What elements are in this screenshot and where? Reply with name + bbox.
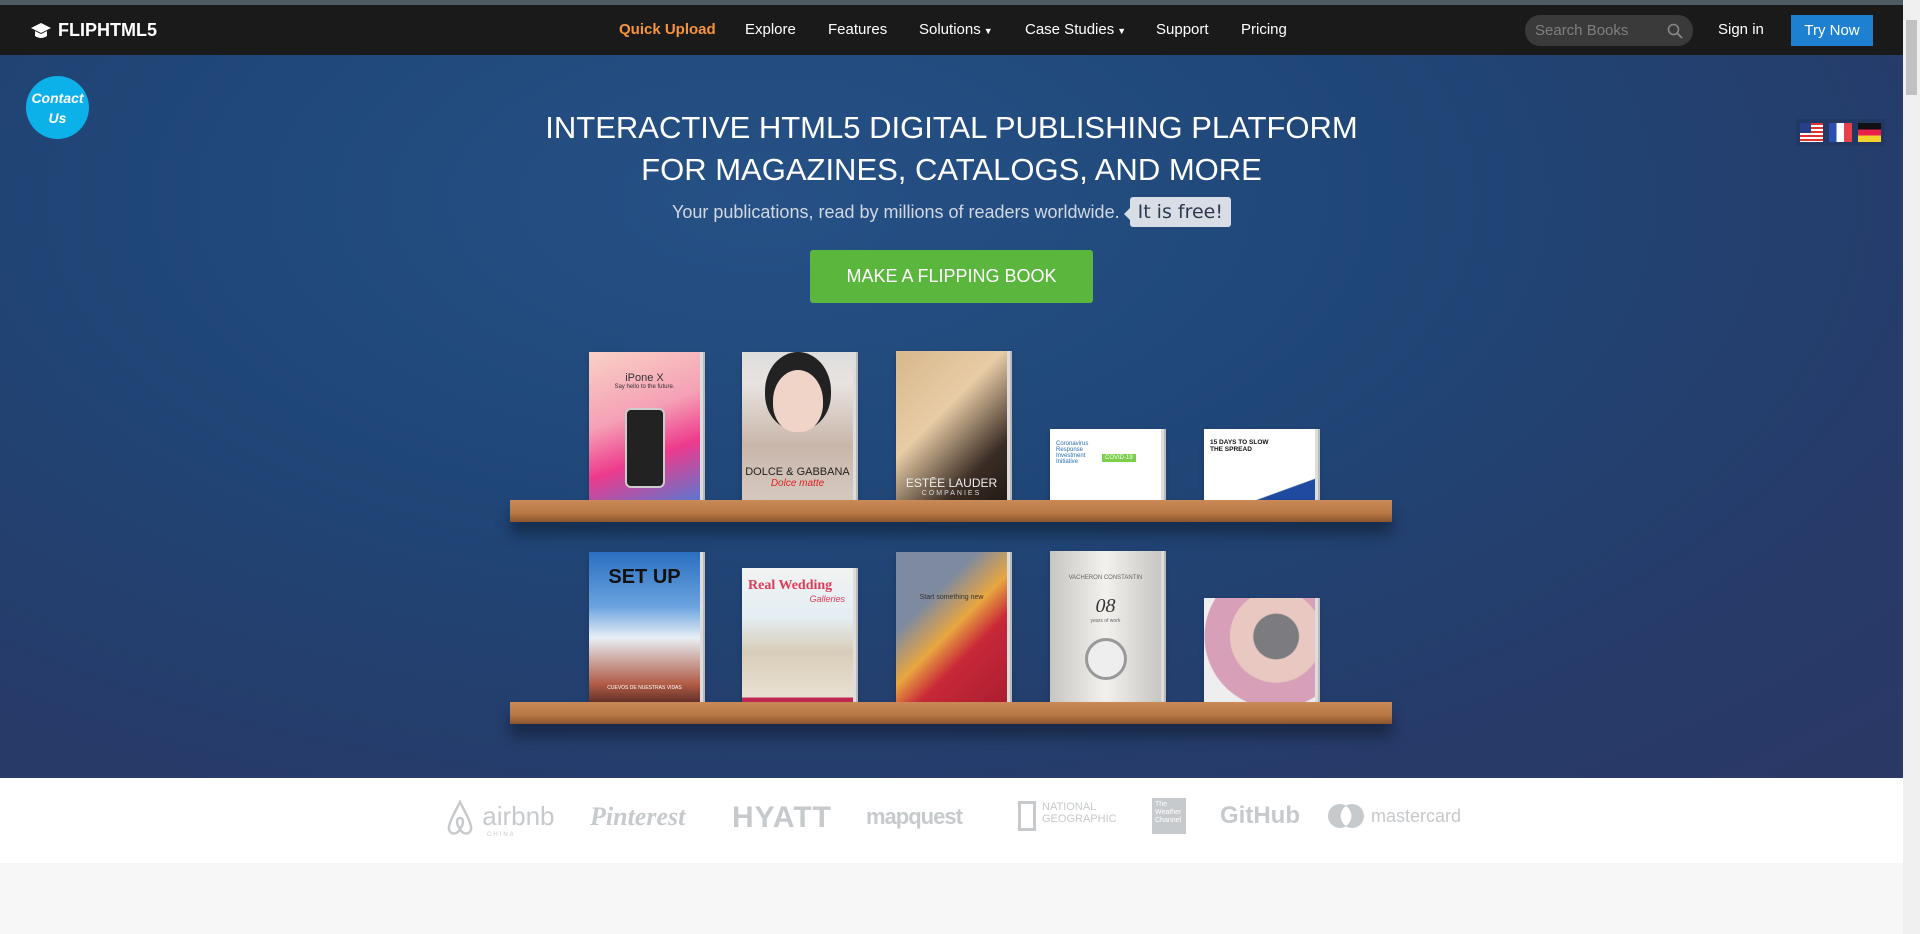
- caret-down-icon: ▼: [983, 26, 993, 36]
- book-title: 15 DAYS TO SLOW THE SPREAD: [1210, 439, 1269, 453]
- book-title: iPone X: [625, 372, 664, 384]
- logo[interactable]: FLIPHTML5: [30, 20, 157, 41]
- natgeo-line1: NATIONAL: [1042, 801, 1097, 813]
- search-input[interactable]: Search Books: [1525, 15, 1693, 46]
- nav-solutions-label: Solutions: [919, 21, 981, 38]
- hero-title-line1: INTERACTIVE HTML5 DIGITAL PUBLISHING PLA…: [545, 110, 1358, 145]
- book-title: SET UP: [608, 566, 681, 588]
- airbnb-logo: airbnb CHINA: [445, 799, 555, 838]
- book-subtitle: COVID-19: [1102, 454, 1136, 462]
- contact-line1: Contact: [31, 89, 84, 106]
- book-subtitle: Galleries: [809, 594, 845, 604]
- book-subtitle: CUEVOS DE NUESTRAS VIDAS: [607, 685, 682, 691]
- book-vacheron-constantin[interactable]: VACHERON CONSTANTIN 08 years of work: [1050, 551, 1161, 708]
- book-baby-photo[interactable]: [1204, 598, 1315, 708]
- bookshelf-top: [510, 500, 1392, 522]
- airbnb-icon: [447, 799, 473, 835]
- nav-solutions[interactable]: Solutions ▼: [919, 21, 993, 38]
- graduation-cap-icon: [31, 22, 51, 38]
- book-real-wedding[interactable]: Real Wedding Galleries: [742, 568, 853, 708]
- book-subtitle: 08: [1095, 595, 1116, 617]
- nav-pricing[interactable]: Pricing: [1241, 21, 1287, 38]
- book-title: VACHERON CONSTANTIN: [1068, 575, 1143, 581]
- book-title: DOLCE & GABBANA: [745, 466, 850, 478]
- nav-case-studies-label: Case Studies: [1025, 21, 1115, 38]
- mapquest-logo: mapquest: [866, 804, 963, 829]
- book-subtitle: Dolce matte: [770, 478, 825, 489]
- book-iphone-x[interactable]: iPone X Say hello to the future.: [589, 352, 700, 508]
- book-15-days[interactable]: 15 DAYS TO SLOW THE SPREAD: [1204, 429, 1315, 508]
- natgeo-line2: GEOGRAPHIC: [1042, 813, 1117, 825]
- book-title: Coronavirus Response Investment Initiati…: [1056, 441, 1089, 465]
- pinterest-logo: Pinterest: [590, 802, 686, 831]
- book-subtitle: COMPANIES: [921, 490, 982, 497]
- logo-text: FLIPHTML5: [58, 20, 157, 40]
- cover-portrait: [772, 370, 823, 432]
- airbnb-sub: CHINA: [487, 832, 516, 838]
- caret-down-icon: ▼: [1117, 26, 1127, 36]
- bookshelf-bottom: [510, 702, 1392, 724]
- hyatt-logo: HYATT: [732, 801, 833, 834]
- contact-us-button[interactable]: Contact Us: [26, 76, 89, 139]
- nav-features[interactable]: Features: [828, 21, 887, 38]
- hero-section: INTERACTIVE HTML5 DIGITAL PUBLISHING PLA…: [0, 55, 1903, 778]
- book-dolce-gabbana[interactable]: DOLCE & GABBANA Dolce matte: [742, 352, 853, 508]
- weather-channel-logo: The Weather Channel: [1152, 798, 1186, 834]
- client-logos-band: airbnb CHINA Pinterest HYATT mapquest NA…: [0, 778, 1903, 863]
- mastercard-icon: [1328, 804, 1364, 828]
- phone-image: [624, 408, 665, 488]
- book-coronavirus[interactable]: Coronavirus Response Investment Initiati…: [1050, 429, 1161, 508]
- book-title: Start something new: [919, 594, 984, 601]
- book-title: ESTĒE LAUDER: [905, 476, 998, 490]
- scrollbar-thumb[interactable]: [1906, 20, 1917, 95]
- mastercard-logo: mastercard: [1327, 803, 1461, 829]
- book-subtitle-2: years of work: [1090, 618, 1121, 624]
- make-flipping-book-button[interactable]: MAKE A FLIPPING BOOK: [810, 250, 1093, 303]
- airbnb-text: airbnb: [482, 800, 555, 831]
- book-start-something-new[interactable]: Start something new: [896, 552, 1007, 708]
- nav-explore[interactable]: Explore: [745, 21, 796, 38]
- hero-title-line2: FOR MAGAZINES, CATALOGS, AND MORE: [641, 152, 1262, 187]
- nav-case-studies[interactable]: Case Studies ▼: [1025, 21, 1126, 38]
- nav-quick-upload[interactable]: Quick Upload: [619, 21, 716, 38]
- book-subtitle: Say hello to the future.: [614, 384, 675, 390]
- national-geographic-logo: NATIONAL GEOGRAPHIC: [1018, 801, 1117, 831]
- watch-image: [1084, 638, 1127, 680]
- search-icon[interactable]: [1667, 23, 1683, 39]
- book-estee-lauder[interactable]: ESTĒE LAUDER COMPANIES: [896, 351, 1007, 508]
- mastercard-text: mastercard: [1371, 805, 1462, 826]
- contact-line2: Us: [48, 109, 67, 126]
- book-title: Real Wedding: [748, 578, 833, 593]
- hero-subtitle-row: Your publications, read by millions of r…: [0, 197, 1903, 227]
- natgeo-frame-icon: [1018, 801, 1036, 831]
- free-tag: It is free!: [1123, 197, 1231, 227]
- nav-support[interactable]: Support: [1156, 21, 1209, 38]
- book-set-up[interactable]: SET UP CUEVOS DE NUESTRAS VIDAS: [589, 552, 700, 708]
- hero-subtitle: Your publications, read by millions of r…: [672, 201, 1120, 222]
- search-placeholder: Search Books: [1535, 22, 1629, 39]
- try-now-button[interactable]: Try Now: [1791, 15, 1873, 46]
- scrollbar[interactable]: [1903, 0, 1920, 934]
- top-nav: FLIPHTML5 Quick Upload Explore Features …: [0, 5, 1903, 55]
- sign-in-link[interactable]: Sign in: [1718, 21, 1764, 38]
- github-logo: GitHub: [1220, 802, 1300, 829]
